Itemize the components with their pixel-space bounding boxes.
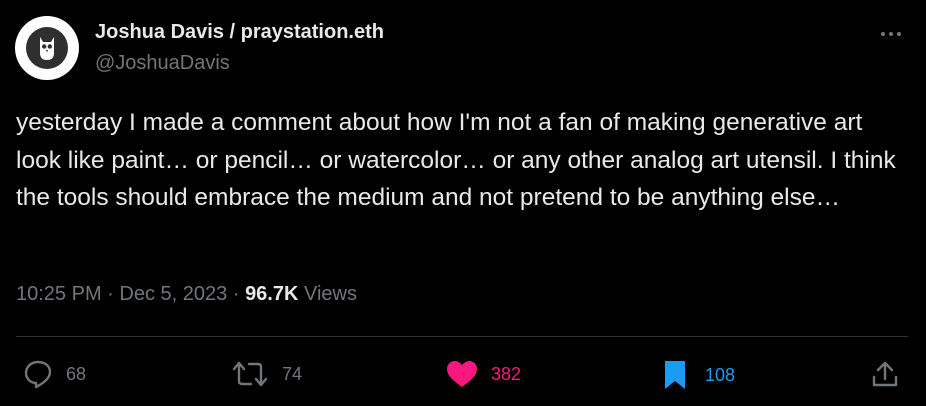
bookmark-count: 108 [705, 364, 736, 385]
more-icon [881, 32, 901, 36]
heart-icon [447, 361, 477, 387]
like-button[interactable]: 382 [445, 359, 521, 389]
author-handle[interactable]: @JoshuaDavis [95, 52, 230, 75]
meta-separator: · [232, 283, 240, 305]
avatar-owl-logo [26, 27, 68, 69]
tweet-time[interactable]: 10:25 PM [16, 283, 102, 305]
retweet-button[interactable]: 74 [230, 359, 302, 389]
retweet-count: 74 [282, 363, 303, 384]
views-label: Views [304, 283, 357, 305]
like-count: 382 [491, 363, 522, 384]
more-options-button[interactable] [876, 20, 906, 48]
bookmark-button[interactable]: 108 [663, 359, 735, 391]
meta-separator: · [107, 283, 114, 305]
views-count[interactable]: 96.7K [245, 283, 298, 305]
tweet-metadata: 10:25 PM · Dec 5, 2023 · 96.7K Views [16, 283, 357, 306]
bookmark-icon [665, 361, 685, 389]
share-icon [872, 361, 898, 387]
divider [16, 336, 908, 337]
author-display-name[interactable]: Joshua Davis / praystation.eth [95, 21, 384, 44]
reply-icon [24, 360, 52, 389]
reply-count: 68 [66, 363, 87, 384]
tweet-text: yesterday I made a comment about how I'm… [16, 109, 896, 211]
owl-icon [40, 37, 54, 60]
retweet-icon [232, 361, 268, 387]
avatar[interactable] [15, 16, 79, 80]
share-button[interactable] [870, 359, 900, 389]
tweet-date[interactable]: Dec 5, 2023 [119, 283, 227, 305]
reply-button[interactable]: 68 [22, 359, 86, 389]
